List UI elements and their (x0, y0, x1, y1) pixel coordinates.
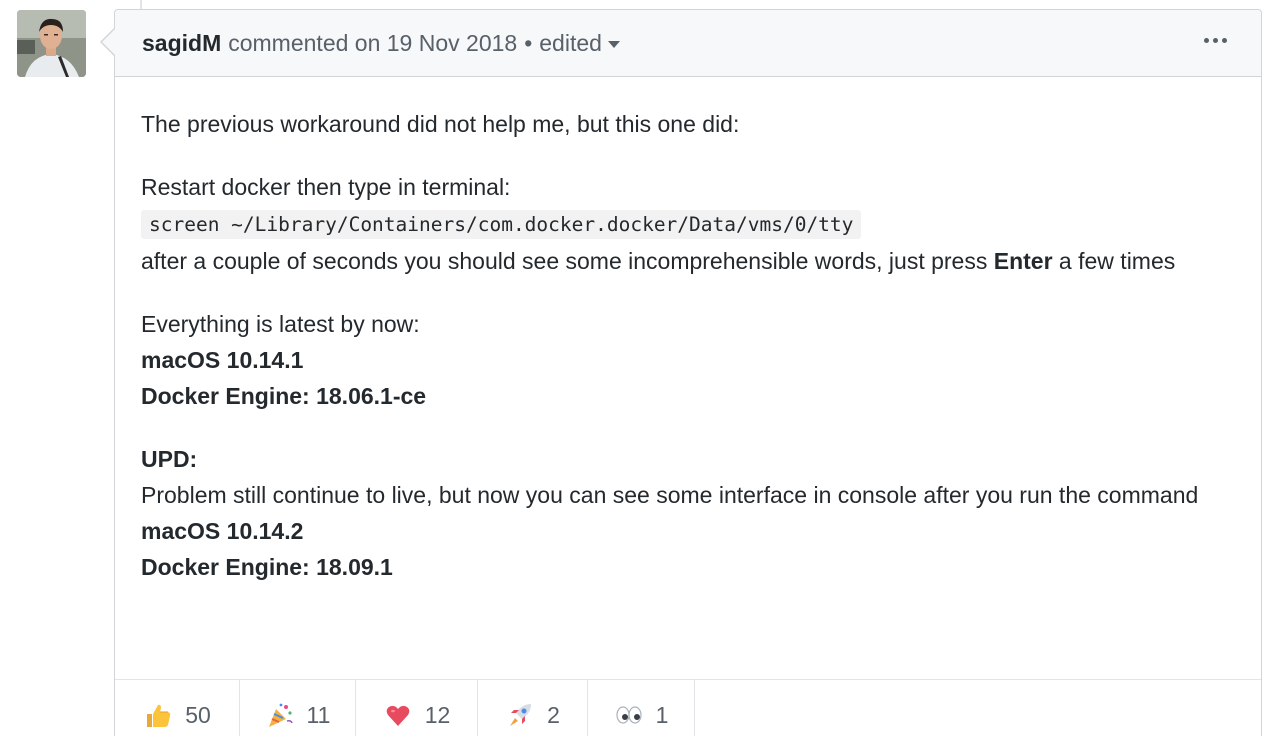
paragraph-intro: The previous workaround did not help me,… (141, 111, 740, 137)
reaction-count: 12 (424, 701, 451, 728)
comment-pointer-inner (102, 29, 115, 55)
reaction-heart[interactable]: 12 (356, 680, 478, 736)
instructions-after-a: after a couple of seconds you should see… (141, 248, 994, 274)
comment-timestamp[interactable]: commented on 19 Nov 2018 (228, 30, 517, 57)
reaction-hooray[interactable]: 11 (240, 680, 356, 736)
update-text: Problem still continue to live, but now … (141, 482, 1199, 508)
reaction-thumbs-up[interactable]: 50 (115, 680, 240, 736)
comment-body: The previous workaround did not help me,… (115, 77, 1261, 585)
paragraph-instructions: Restart docker then type in terminal: sc… (141, 169, 1235, 279)
chevron-down-icon (607, 40, 620, 48)
eyes-icon (614, 700, 644, 730)
update-macos-version: macOS 10.14.2 (141, 518, 304, 544)
reaction-count: 1 (655, 701, 669, 728)
docker-engine-version: Docker Engine: 18.06.1-ce (141, 383, 427, 409)
comment-header: sagidM commented on 19 Nov 2018 • edited (115, 10, 1261, 77)
update-docker-engine-version: Docker Engine: 18.09.1 (141, 554, 393, 580)
comment-box: sagidM commented on 19 Nov 2018 • edited… (114, 9, 1262, 736)
update-heading: UPD: (141, 446, 198, 472)
reaction-count: 2 (547, 701, 560, 728)
rocket-icon (505, 700, 535, 730)
page: sagidM commented on 19 Nov 2018 • edited… (0, 0, 1280, 736)
macos-version: macOS 10.14.1 (141, 347, 304, 373)
versions-intro: Everything is latest by now: (141, 311, 420, 337)
edited-label: edited (539, 29, 602, 56)
thumbs-up-icon (143, 700, 173, 730)
paragraph-versions: Everything is latest by now: macOS 10.14… (141, 306, 1235, 414)
more-options-icon[interactable] (1202, 32, 1229, 49)
heart-icon (383, 700, 413, 730)
party-popper-icon (265, 700, 295, 730)
reaction-eyes[interactable]: 1 (588, 680, 695, 736)
reaction-rocket[interactable]: 2 (478, 680, 588, 736)
separator-dot: • (524, 29, 533, 56)
avatar[interactable] (17, 10, 86, 77)
instructions-enter-key: Enter (993, 248, 1053, 274)
reaction-count: 50 (185, 701, 211, 728)
comment-author[interactable]: sagidM (142, 30, 221, 57)
terminal-command-code: screen ~/Library/Containers/com.docker.d… (141, 210, 862, 239)
instructions-intro: Restart docker then type in terminal: (141, 174, 511, 200)
edited-dropdown[interactable]: edited (539, 30, 620, 57)
reaction-count: 11 (306, 701, 331, 728)
paragraph-update: UPD: Problem still continue to live, but… (141, 441, 1235, 585)
reactions-bar: 50 11 12 2 1 (115, 679, 1261, 736)
instructions-after-b: a few times (1052, 248, 1176, 274)
